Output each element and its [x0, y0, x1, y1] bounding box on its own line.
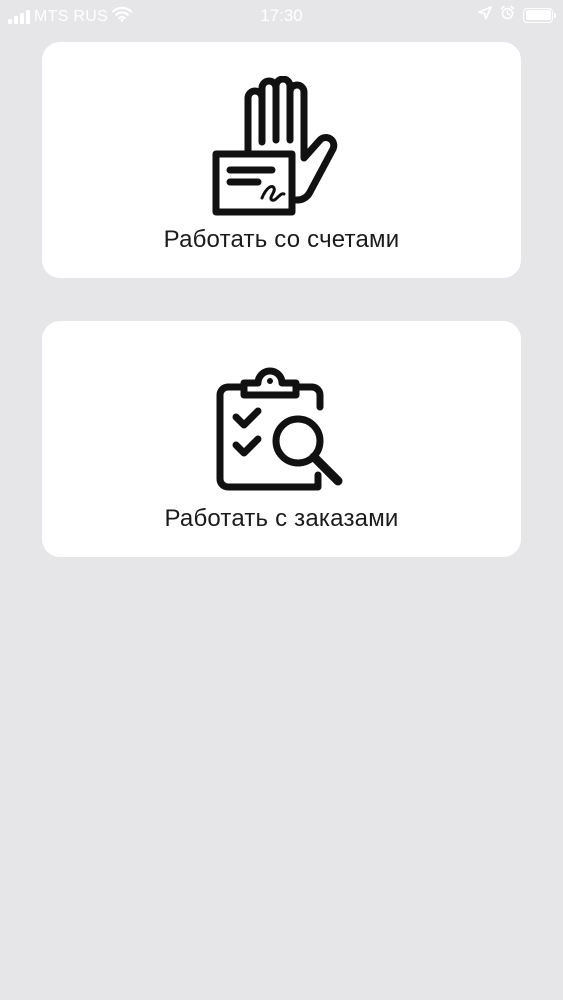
menu-item-invoices[interactable]: Работать со счетами — [42, 42, 521, 278]
battery-icon — [523, 7, 556, 23]
battery-fill — [525, 10, 551, 20]
status-right — [478, 5, 556, 25]
location-arrow-icon — [478, 5, 492, 25]
hand-invoice-icon — [212, 75, 352, 221]
menu-item-label: Работать со счетами — [163, 226, 400, 253]
alarm-icon — [500, 5, 515, 25]
clipboard-search-icon — [212, 355, 352, 500]
menu-item-label: Работать с заказами — [164, 505, 399, 532]
status-bar: MTS RUS 17:30 — [0, 0, 563, 32]
menu-item-orders[interactable]: Работать с заказами — [42, 321, 521, 557]
